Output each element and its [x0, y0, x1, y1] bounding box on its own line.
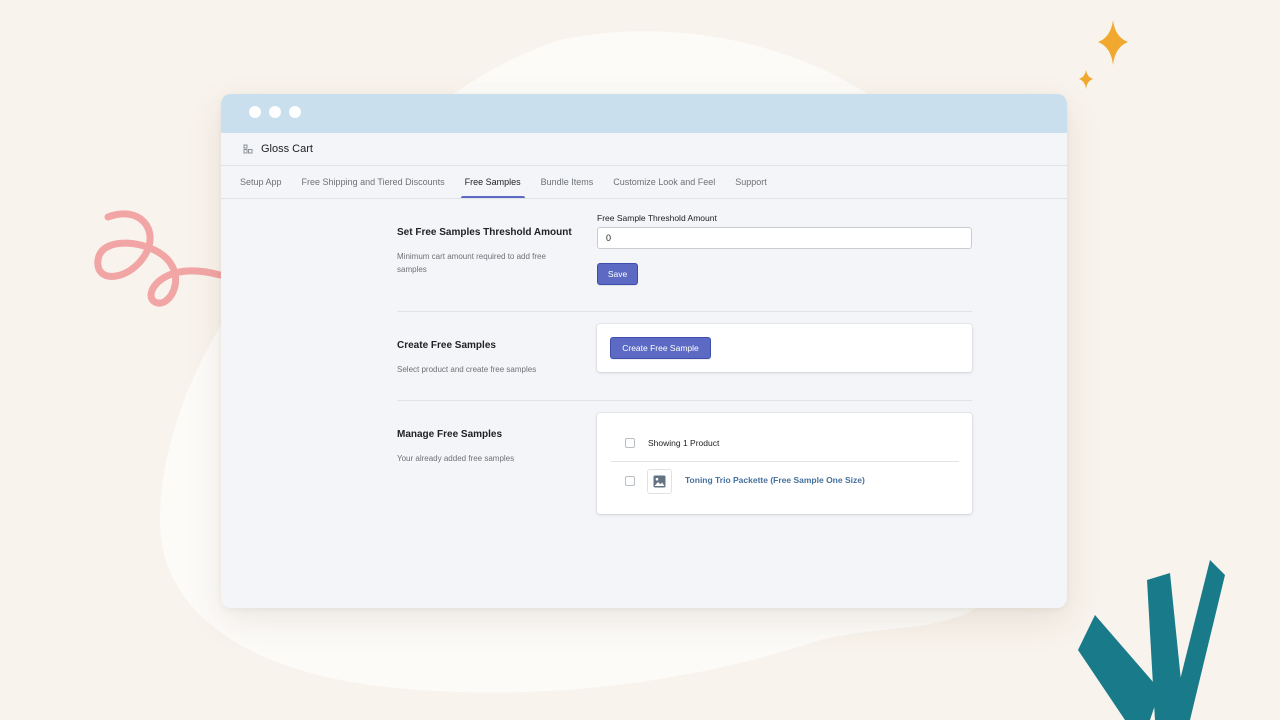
manage-description: Your already added free samples: [397, 454, 515, 463]
app-header: Gloss Cart: [221, 133, 1067, 166]
tab-label: Bundle Items: [540, 177, 594, 187]
tab-free-shipping[interactable]: Free Shipping and Tiered Discounts: [292, 166, 455, 198]
threshold-field-label: Free Sample Threshold Amount: [597, 213, 717, 223]
threshold-description: Minimum cart amount required to add free…: [397, 252, 546, 274]
manage-title: Manage Free Samples: [397, 429, 503, 440]
create-title: Create Free Samples: [397, 340, 496, 351]
tab-bar: Setup App Free Shipping and Tiered Disco…: [221, 166, 1067, 199]
image-placeholder-icon: [653, 475, 666, 488]
section-divider: [397, 311, 972, 312]
pink-squiggle-icon: [94, 210, 224, 307]
app-name: Gloss Cart: [261, 143, 313, 155]
window-dot-2: [269, 106, 281, 118]
item-checkbox[interactable]: [625, 476, 635, 486]
tab-label: Free Samples: [464, 177, 521, 187]
window-dot-1: [249, 106, 261, 118]
threshold-title: Set Free Samples Threshold Amount: [397, 227, 572, 238]
sparkle-icon: [1079, 20, 1128, 89]
tab-label: Customize Look and Feel: [613, 177, 716, 187]
list-divider: [611, 461, 959, 462]
window-dot-3: [289, 106, 301, 118]
teal-leaves-icon: [1078, 560, 1225, 720]
store-icon: [243, 144, 253, 154]
product-link[interactable]: Toning Trio Packette (Free Sample One Si…: [685, 475, 865, 485]
tab-label: Setup App: [240, 177, 282, 187]
tab-bundle-items[interactable]: Bundle Items: [531, 166, 604, 198]
tab-customize-look[interactable]: Customize Look and Feel: [603, 166, 725, 198]
tab-label: Support: [735, 177, 767, 187]
threshold-amount-input[interactable]: [597, 227, 972, 249]
tab-support[interactable]: Support: [725, 166, 777, 198]
app-window: Gloss Cart Setup App Free Shipping and T…: [221, 94, 1067, 608]
save-button[interactable]: Save: [597, 263, 638, 285]
list-header: Showing 1 Product: [648, 438, 720, 448]
tab-free-samples[interactable]: Free Samples: [455, 166, 531, 198]
create-description: Select product and create free samples: [397, 365, 537, 374]
manage-card: Showing 1 Product Toning Trio Packette (…: [597, 413, 972, 514]
section-divider: [397, 400, 972, 401]
tab-setup-app[interactable]: Setup App: [230, 166, 292, 198]
product-thumbnail: [647, 469, 672, 494]
window-titlebar: [221, 94, 1067, 133]
select-all-checkbox[interactable]: [625, 438, 635, 448]
create-free-sample-button[interactable]: Create Free Sample: [610, 337, 711, 359]
tab-label: Free Shipping and Tiered Discounts: [301, 177, 445, 187]
create-card: Create Free Sample: [597, 324, 972, 372]
